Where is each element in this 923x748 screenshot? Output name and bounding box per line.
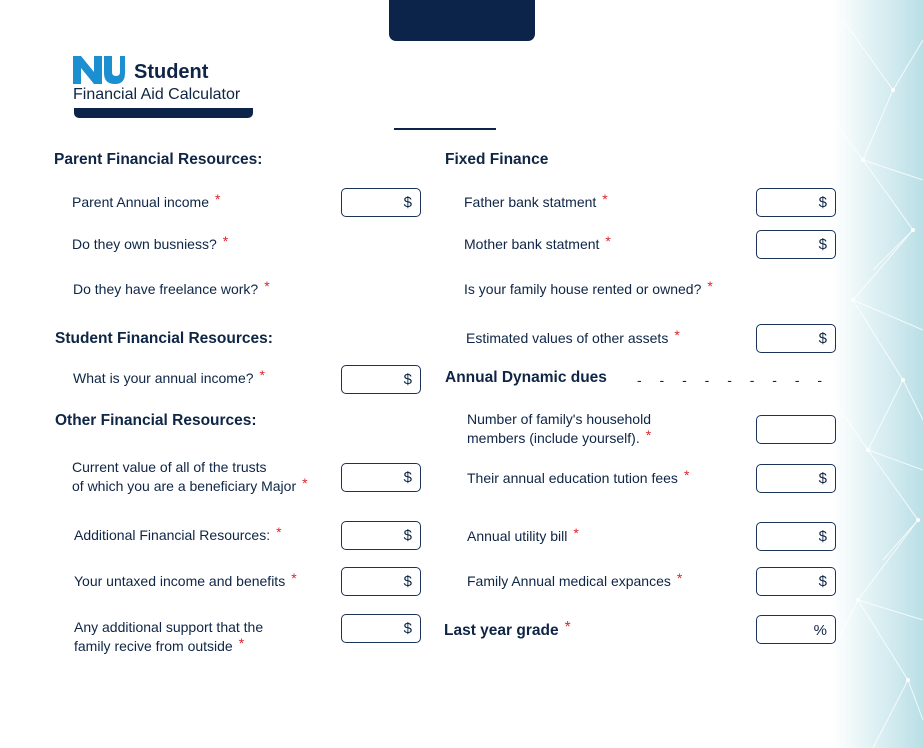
required-marker: *: [238, 635, 245, 651]
other-assets-input[interactable]: $: [756, 324, 836, 353]
last-year-grade-label: Last year grade *: [444, 619, 571, 640]
utility-bill-label: Annual utility bill *: [467, 525, 579, 546]
dashed-separator: - - - - - - - - -: [637, 372, 830, 388]
dollar-unit: $: [818, 528, 827, 545]
brand-underline: [74, 108, 253, 118]
required-marker: *: [264, 278, 270, 294]
label-text: What is your annual income?: [73, 370, 254, 386]
untaxed-income-label: Your untaxed income and benefits *: [74, 570, 297, 591]
nu-logo-icon: [73, 56, 125, 84]
dollar-unit: $: [818, 330, 827, 347]
required-marker: *: [222, 233, 229, 249]
decorative-background: [833, 0, 923, 748]
required-marker: *: [564, 619, 571, 636]
label-text: Do they own busniess?: [72, 236, 217, 252]
house-status-label: Is your family house rented or owned? *: [464, 278, 713, 299]
dollar-unit: $: [403, 194, 412, 211]
required-marker: *: [602, 191, 608, 207]
required-marker: *: [291, 570, 297, 586]
label-text: Parent Annual income: [72, 194, 209, 210]
brand-subtitle: Financial Aid Calculator: [73, 86, 241, 103]
dollar-unit: $: [403, 527, 412, 544]
label-text: Additional Financial Resources:: [74, 527, 271, 543]
required-marker: *: [276, 524, 282, 540]
label-text: Their annual education tution fees: [467, 470, 678, 486]
additional-resources-label: Additional Financial Resources: *: [74, 524, 282, 545]
father-bank-input[interactable]: $: [756, 188, 836, 217]
label-text: Estimated values of other assets: [466, 330, 669, 346]
dollar-unit: $: [818, 470, 827, 487]
required-marker: *: [707, 278, 713, 294]
dollar-unit: $: [818, 573, 827, 590]
top-tab[interactable]: [389, 0, 535, 41]
own-business-label: Do they own busniess? *: [72, 233, 229, 254]
label-line-1: Current value of all of the trusts: [72, 459, 267, 475]
mother-bank-input[interactable]: $: [756, 230, 836, 259]
label-text: Annual utility bill: [467, 528, 568, 544]
additional-resources-input[interactable]: $: [341, 521, 421, 550]
medical-expenses-label: Family Annual medical expances *: [467, 570, 683, 591]
label-line-1: Any additional support that the: [74, 619, 264, 635]
freelance-label: Do they have freelance work? *: [73, 278, 270, 299]
network-pattern-icon: [833, 19, 923, 748]
required-marker: *: [214, 191, 221, 207]
label-line-2: family recive from outside: [74, 638, 233, 654]
section-parent-resources: Parent Financial Resources:: [54, 151, 263, 168]
section-other-resources: Other Financial Resources:: [55, 412, 257, 429]
section-student-resources: Student Financial Resources:: [55, 330, 273, 347]
dollar-unit: $: [403, 371, 412, 388]
untaxed-income-input[interactable]: $: [341, 567, 421, 596]
label-text: Do they have freelance work?: [73, 281, 259, 297]
label-line-1: Number of family's household: [467, 411, 651, 427]
dollar-unit: $: [818, 194, 827, 211]
label-text: Father bank statment: [464, 194, 597, 210]
dollar-unit: $: [403, 469, 412, 486]
label-text: Family Annual medical expances: [467, 573, 671, 589]
parent-income-label: Parent Annual income *: [72, 191, 221, 212]
outside-support-input[interactable]: $: [341, 614, 421, 643]
required-marker: *: [302, 475, 308, 491]
dollar-unit: $: [403, 620, 412, 637]
dollar-unit: $: [818, 236, 827, 253]
household-members-input[interactable]: [756, 415, 836, 444]
trusts-input[interactable]: $: [341, 463, 421, 492]
tuition-fees-label: Their annual education tution fees *: [467, 467, 690, 488]
label-line-2: members (include yourself).: [467, 430, 640, 446]
father-bank-label: Father bank statment *: [464, 191, 608, 212]
household-members-label: Number of family's household members (in…: [467, 410, 651, 448]
last-year-grade-input[interactable]: %: [756, 615, 836, 644]
annual-income-label: What is your annual income? *: [73, 367, 265, 388]
parent-income-input[interactable]: $: [341, 188, 421, 217]
trusts-label: Current value of all of the trusts of wh…: [72, 458, 308, 496]
required-marker: *: [674, 327, 680, 343]
mother-bank-label: Mother bank statment *: [464, 233, 611, 254]
label-text: Your untaxed income and benefits: [74, 573, 286, 589]
label-text: Mother bank statment: [464, 236, 600, 252]
required-marker: *: [683, 467, 690, 483]
label-text: Is your family house rented or owned?: [464, 281, 702, 297]
header-divider: [394, 128, 496, 130]
outside-support-label: Any additional support that the family r…: [74, 618, 263, 656]
required-marker: *: [605, 233, 611, 249]
required-marker: *: [259, 367, 265, 383]
required-marker: *: [676, 570, 683, 586]
utility-bill-input[interactable]: $: [756, 522, 836, 551]
dollar-unit: $: [403, 573, 412, 590]
required-marker: *: [573, 525, 579, 541]
annual-income-input[interactable]: $: [341, 365, 421, 394]
other-assets-label: Estimated values of other assets *: [466, 327, 680, 348]
required-marker: *: [645, 427, 652, 443]
label-line-2: of which you are a beneficiary Major: [72, 478, 297, 494]
brand-title: Student: [134, 61, 209, 83]
medical-expenses-input[interactable]: $: [756, 567, 836, 596]
label-text: Last year grade: [444, 622, 559, 639]
section-fixed-finance: Fixed Finance: [445, 151, 549, 168]
percent-unit: %: [813, 622, 827, 639]
section-annual-dynamic-dues: Annual Dynamic dues: [445, 369, 607, 386]
tuition-fees-input[interactable]: $: [756, 464, 836, 493]
